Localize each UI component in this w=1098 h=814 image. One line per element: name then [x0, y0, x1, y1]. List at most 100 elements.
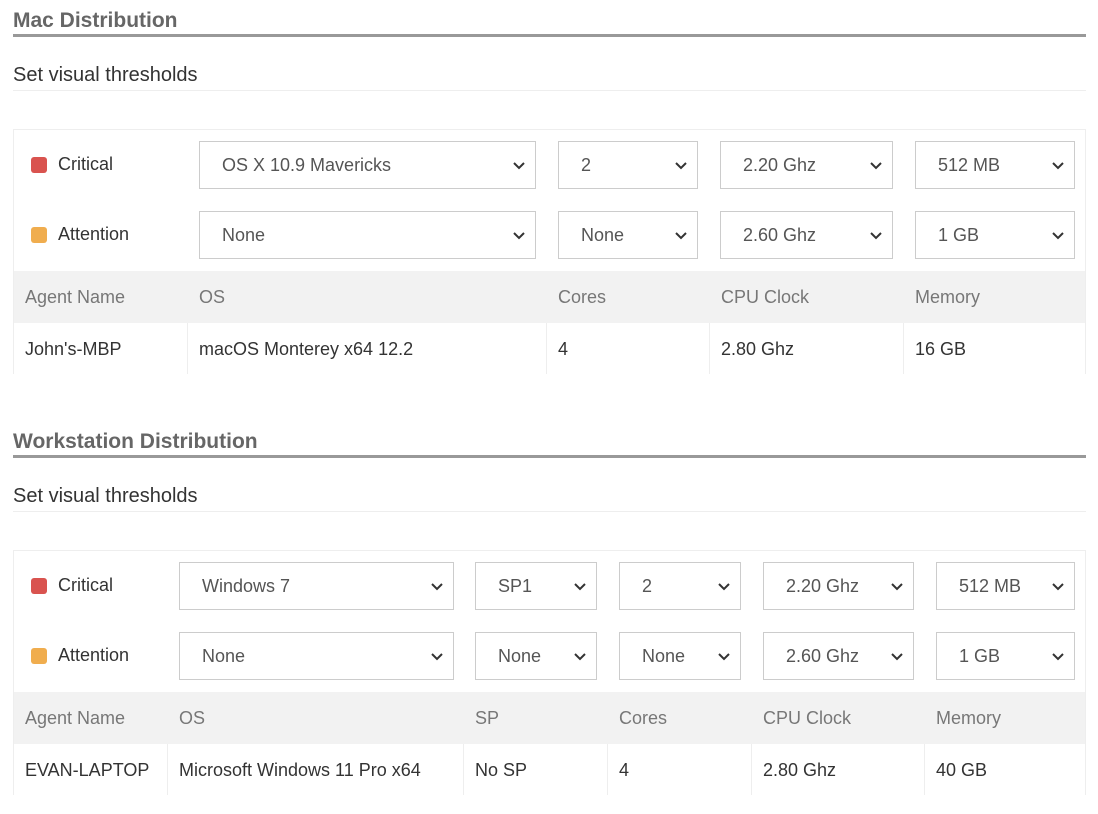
cell-cores: 4 — [608, 744, 752, 795]
chevron-down-icon — [574, 653, 586, 661]
cell-cpu-clock: 2.80 Ghz — [710, 323, 904, 374]
column-header-memory: Memory — [915, 287, 981, 307]
workstation-attention-sp-select[interactable]: None — [475, 632, 597, 680]
mac-distribution-section: Mac Distribution Set visual thresholds C… — [13, 0, 1086, 374]
column-header-agent-name: Agent Name — [25, 708, 126, 728]
cell-os: Microsoft Windows 11 Pro x64 — [168, 744, 464, 795]
column-header-cpu-clock: CPU Clock — [763, 708, 852, 728]
workstation-distribution-section: Workstation Distribution Set visual thre… — [13, 421, 1086, 795]
selected-value: 1 GB — [959, 646, 1001, 666]
selected-value: None — [498, 646, 542, 666]
selected-value: None — [222, 225, 266, 245]
workstation-critical-cpu-select[interactable]: 2.20 Ghz — [763, 562, 914, 610]
workstation-attention-memory-select[interactable]: 1 GB — [936, 632, 1075, 680]
mac-critical-memory-select[interactable]: 512 MB — [915, 141, 1075, 189]
chevron-down-icon — [870, 232, 882, 240]
workstation-attention-cpu-select[interactable]: 2.60 Ghz — [763, 632, 914, 680]
workstation-table-header: Agent Name OS SP Cores CPU Clock Memory — [14, 692, 1085, 744]
selected-value: None — [642, 646, 686, 666]
critical-color-swatch — [31, 157, 47, 173]
chevron-down-icon — [1052, 232, 1064, 240]
column-header-os: OS — [179, 708, 206, 728]
column-header-memory: Memory — [936, 708, 1002, 728]
critical-label: Critical — [58, 575, 114, 595]
column-header-cores: Cores — [619, 708, 668, 728]
workstation-attention-row: Attention None None None 2.60 Ghz 1 GB — [14, 632, 1085, 680]
selected-value: OS X 10.9 Mavericks — [222, 155, 392, 175]
chevron-down-icon — [891, 583, 903, 591]
cell-memory: 16 GB — [915, 339, 967, 359]
cell-cpu-clock: 2.80 Ghz — [752, 744, 925, 795]
chevron-down-icon — [718, 583, 730, 591]
mac-attention-memory-select[interactable]: 1 GB — [915, 211, 1075, 259]
chevron-down-icon — [513, 232, 525, 240]
selected-value: 2 — [581, 155, 592, 175]
column-header-os: OS — [199, 287, 226, 307]
mac-critical-os-select[interactable]: OS X 10.9 Mavericks — [199, 141, 536, 189]
chevron-down-icon — [431, 653, 443, 661]
workstation-thresholds-subtitle: Set visual thresholds — [13, 458, 1086, 512]
selected-value: 2.20 Ghz — [743, 155, 817, 175]
critical-label: Critical — [58, 154, 114, 174]
column-header-sp: SP — [475, 708, 500, 728]
chevron-down-icon — [675, 162, 687, 170]
chevron-down-icon — [675, 232, 687, 240]
mac-attention-os-select[interactable]: None — [199, 211, 536, 259]
cell-agent-name: EVAN-LAPTOP — [14, 744, 168, 795]
attention-label: Attention — [58, 224, 130, 244]
workstation-critical-row: Critical Windows 7 SP1 2 2.20 Ghz 512 MB — [14, 562, 1085, 610]
chevron-down-icon — [870, 162, 882, 170]
attention-color-swatch — [31, 648, 47, 664]
mac-critical-cpu-select[interactable]: 2.20 Ghz — [720, 141, 893, 189]
mac-section-title: Mac Distribution — [13, 0, 1086, 37]
column-header-cpu-clock: CPU Clock — [721, 287, 810, 307]
chevron-down-icon — [1052, 583, 1064, 591]
chevron-down-icon — [574, 583, 586, 591]
workstation-thresholds-panel: Critical Windows 7 SP1 2 2.20 Ghz 512 MB — [13, 550, 1086, 795]
attention-color-swatch — [31, 227, 47, 243]
selected-value: 2.60 Ghz — [786, 646, 860, 666]
workstation-attention-cores-select[interactable]: None — [619, 632, 741, 680]
chevron-down-icon — [891, 653, 903, 661]
cell-os: macOS Monterey x64 12.2 — [188, 323, 547, 374]
mac-attention-row: Attention None None 2.60 Ghz 1 GB — [14, 211, 1085, 259]
selected-value: 2.60 Ghz — [743, 225, 817, 245]
table-row: John's-MBP macOS Monterey x64 12.2 4 2.8… — [14, 323, 1085, 374]
chevron-down-icon — [718, 653, 730, 661]
column-header-cores: Cores — [558, 287, 607, 307]
mac-critical-cores-select[interactable]: 2 — [558, 141, 698, 189]
critical-color-swatch — [31, 578, 47, 594]
selected-value: 512 MB — [959, 576, 1022, 596]
cell-memory: 40 GB — [936, 760, 988, 780]
mac-attention-cpu-select[interactable]: 2.60 Ghz — [720, 211, 893, 259]
mac-thresholds-panel: Critical OS X 10.9 Mavericks 2 2.20 Ghz … — [13, 129, 1086, 374]
selected-value: SP1 — [498, 576, 533, 596]
cell-cores: 4 — [547, 323, 710, 374]
workstation-critical-cores-select[interactable]: 2 — [619, 562, 741, 610]
chevron-down-icon — [513, 162, 525, 170]
chevron-down-icon — [1052, 653, 1064, 661]
selected-value: None — [581, 225, 625, 245]
workstation-critical-sp-select[interactable]: SP1 — [475, 562, 597, 610]
workstation-critical-memory-select[interactable]: 512 MB — [936, 562, 1075, 610]
selected-value: 1 GB — [938, 225, 980, 245]
workstation-section-title: Workstation Distribution — [13, 421, 1086, 458]
workstation-critical-os-select[interactable]: Windows 7 — [179, 562, 454, 610]
mac-thresholds-subtitle: Set visual thresholds — [13, 37, 1086, 91]
selected-value: Windows 7 — [202, 576, 291, 596]
column-header-agent-name: Agent Name — [25, 287, 126, 307]
table-row: EVAN-LAPTOP Microsoft Windows 11 Pro x64… — [14, 744, 1085, 795]
mac-attention-cores-select[interactable]: None — [558, 211, 698, 259]
selected-value: 512 MB — [938, 155, 1001, 175]
chevron-down-icon — [431, 583, 443, 591]
chevron-down-icon — [1052, 162, 1064, 170]
cell-agent-name: John's-MBP — [14, 323, 188, 374]
attention-label: Attention — [58, 645, 130, 665]
cell-sp: No SP — [464, 744, 608, 795]
selected-value: 2 — [642, 576, 653, 596]
selected-value: None — [202, 646, 246, 666]
workstation-attention-os-select[interactable]: None — [179, 632, 454, 680]
selected-value: 2.20 Ghz — [786, 576, 860, 596]
mac-table-header: Agent Name OS Cores CPU Clock Memory — [14, 271, 1085, 323]
mac-critical-row: Critical OS X 10.9 Mavericks 2 2.20 Ghz … — [14, 141, 1085, 189]
